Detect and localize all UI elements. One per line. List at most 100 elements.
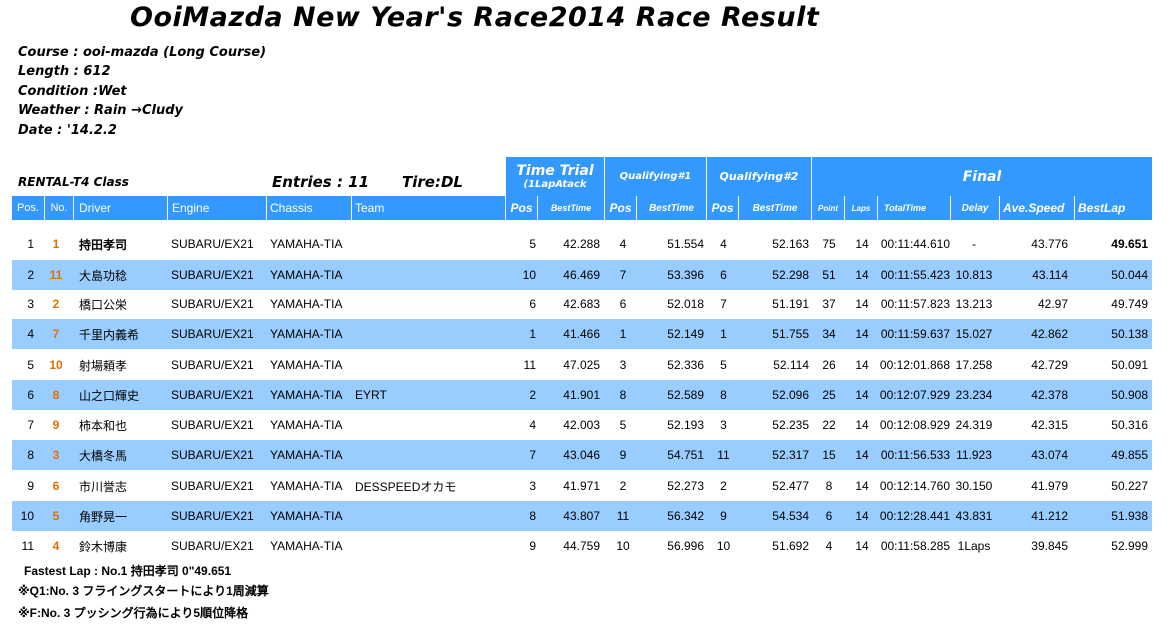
cell-speed: 41.979 [1031,479,1068,493]
length-info: Length : 612 [18,64,111,80]
col-total: TotalTime [878,196,951,220]
table-row: 7 9 柿本和也 SUBARU/EX21 YAMAHA-TIA 4 42.003 5 52.19… [12,410,1152,440]
col-no: No. [45,196,74,220]
cell-delay: 10.813 [955,268,993,282]
cell-team: DESSPEEDオカモ [355,479,457,494]
cell-q1-best: 52.336 [667,358,704,372]
cell-total: 00:12:01.868 [879,358,950,372]
cell-pos: 5 [27,358,34,372]
page-title: OoiMazda New Year's Race2014 Race Result [130,2,820,33]
entries-count: Entries : 11 [272,173,370,191]
cell-driver: 橋口公栄 [79,297,128,312]
col-driver: Driver [74,196,168,220]
cell-tt-pos: 8 [529,509,536,523]
cell-q2-pos: 9 [720,509,727,523]
cell-speed: 43.074 [1031,448,1068,462]
cell-q1-pos: 6 [619,297,627,311]
cell-q2-best: 51.692 [772,539,809,553]
cell-q1-best: 56.342 [667,509,704,523]
cell-point: 34 [822,327,836,341]
cell-tt-pos: 7 [529,448,536,462]
table-row: 3 2 橋口公栄 SUBARU/EX21 YAMAHA-TIA 6 42.683 6 52.01… [12,289,1152,319]
cell-speed: 42.97 [1037,297,1068,311]
table-row: 9 6 市川誉志 SUBARU/EX21 YAMAHA-TIA DESSPEEDオカモ 3 4… [12,471,1152,501]
cell-total: 00:12:28.441 [879,509,950,523]
cell-no: 1 [52,237,60,251]
cell-q2-best: 54.534 [772,509,809,523]
cell-tt-pos: 3 [529,479,536,493]
table-row: 1 1 持田孝司 SUBARU/EX21 YAMAHA-TIA 5 42.288 4 51.55… [12,229,1152,259]
cell-tt-pos: 1 [529,327,536,341]
cell-team [352,531,506,561]
cell-tt-best: 47.025 [563,358,600,372]
cell-pos: 1 [27,237,34,251]
cell-driver: 持田孝司 [79,237,128,252]
cell-no: 5 [52,509,60,523]
cell-tt-best: 43.046 [563,448,600,462]
cell-q1-pos: 5 [619,418,627,432]
cell-driver: 千里内義希 [79,327,140,342]
col-laps: Laps [845,196,878,220]
cell-pos: 8 [27,448,34,462]
cell-tt-best: 42.003 [563,418,600,432]
cell-engine: SUBARU/EX21 [171,268,254,282]
cell-q1-best: 52.273 [667,479,704,493]
cell-total: 00:11:56.533 [880,448,950,462]
col-q2-pos: Pos [707,196,739,220]
col-speed: Ave.Speed [1000,196,1075,220]
cell-engine: SUBARU/EX21 [171,539,254,553]
cell-point: 51 [822,268,836,282]
cell-q2-best: 52.477 [772,479,809,493]
cell-q2-best: 52.114 [773,358,809,372]
cell-pos: 2 [27,268,34,282]
col-tt-pos: Pos [506,196,538,220]
q1-penalty-note: ※Q1:No. 3 フライングスタートにより1周減算 [18,584,269,598]
cell-q1-pos: 11 [616,509,630,523]
cell-point: 22 [822,418,836,432]
cell-laps: 14 [855,388,869,402]
tire-label: Tire:DL [402,173,463,191]
col-q1-best: BestTime [637,196,707,220]
cell-bestlap: 50.908 [1111,388,1148,402]
cell-q1-pos: 3 [619,358,627,372]
cell-total: 00:11:44.610 [880,237,950,251]
cell-no: 8 [52,388,60,402]
cell-point: 8 [825,479,833,493]
cell-delay: 1Laps [957,539,991,553]
cell-chassis: YAMAHA-TIA [270,388,343,402]
col-bestlap: BestLap [1075,196,1152,220]
cell-driver: 柿本和也 [79,418,128,433]
cell-q1-best: 56.996 [667,539,704,553]
cell-q2-pos: 11 [717,448,730,462]
cell-total: 00:11:57.823 [880,297,950,311]
cell-q2-best: 51.191 [772,297,809,311]
cell-team [352,260,506,290]
cell-q2-pos: 7 [720,297,727,311]
cell-total: 00:11:58.285 [880,539,950,553]
table-row: 5 10 射場頼孝 SUBARU/EX21 YAMAHA-TIA 11 47.025 3 52.… [12,350,1152,380]
cell-no: 4 [52,539,60,553]
cell-tt-pos: 6 [529,297,536,311]
cell-point: 25 [822,388,836,402]
cell-point: 26 [822,358,836,372]
cell-speed: 39.845 [1031,539,1068,553]
cell-q2-pos: 3 [720,418,727,432]
cell-delay: 11.923 [956,448,992,462]
cell-pos: 6 [27,388,34,402]
cell-total: 00:12:07.929 [879,388,950,402]
cell-bestlap: 50.138 [1111,327,1148,341]
col-delay: Delay [951,196,1000,220]
cell-laps: 14 [855,539,869,553]
cell-engine: SUBARU/EX21 [171,509,254,523]
cell-tt-pos: 2 [529,388,536,402]
cell-q1-best: 52.149 [667,327,704,341]
cell-q2-pos: 8 [720,388,727,402]
cell-chassis: YAMAHA-TIA [270,358,343,372]
time-trial-label: Time Trial [516,163,594,179]
cell-team [352,229,506,259]
cell-point: 4 [825,539,833,553]
cell-delay: 13.213 [955,297,993,311]
cell-chassis: YAMAHA-TIA [270,448,343,462]
cell-driver: 角野晃一 [79,509,128,524]
final-header: Final [812,157,1152,196]
